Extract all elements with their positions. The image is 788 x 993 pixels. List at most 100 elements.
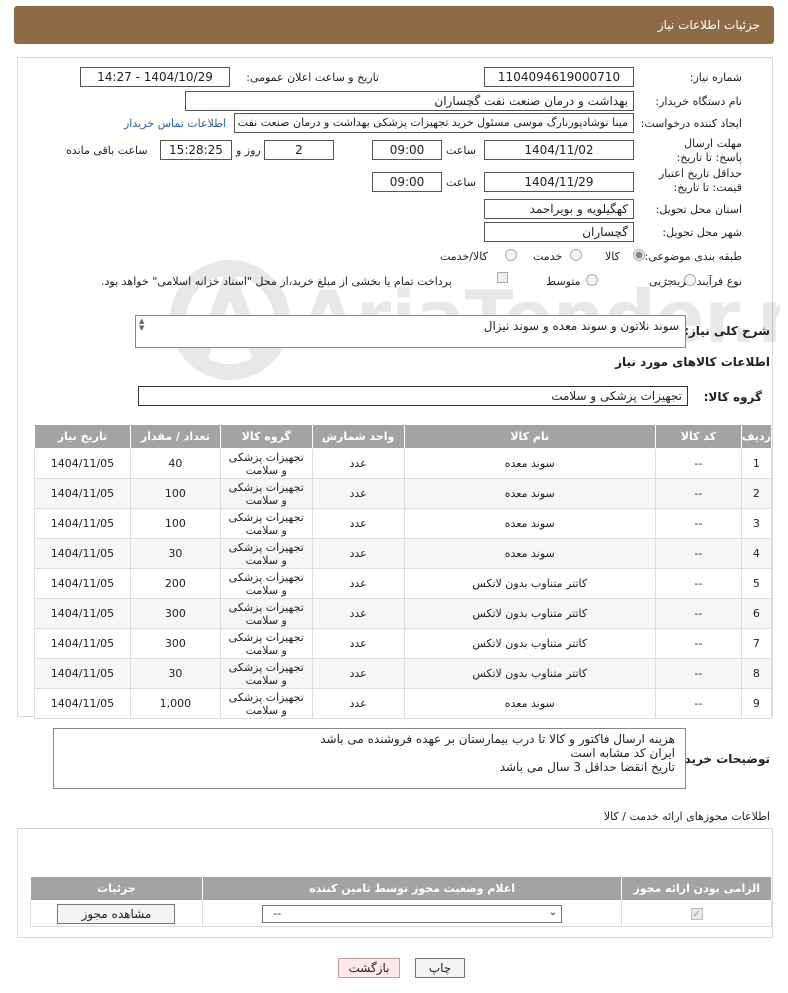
city-value: گچساران	[484, 222, 634, 242]
col-code: کد کالا	[654, 424, 742, 449]
cell-qty: 30	[129, 658, 221, 689]
col-row: ردیف	[740, 424, 773, 449]
cell-code: --	[654, 508, 742, 539]
license-status-select[interactable]: -- ⌄	[262, 904, 563, 923]
cell-name: سوند معده	[403, 538, 656, 569]
subject-goods-service-radio[interactable]	[505, 249, 517, 261]
cell-row: 4	[740, 538, 773, 569]
cell-date: 1404/11/05	[34, 508, 131, 539]
purchase-minor-radio[interactable]	[684, 274, 696, 286]
subject-service-label: خدمت	[533, 250, 563, 263]
purchase-minor-label: جزیی	[649, 275, 675, 288]
cell-date: 1404/11/05	[34, 688, 131, 719]
need-number-label: شماره نیاز:	[689, 71, 742, 84]
cell-qty: 30	[129, 538, 221, 569]
col-date: تاریخ نیاز	[34, 424, 131, 449]
city-label: شهر محل تحویل:	[662, 226, 742, 239]
cell-name: کاتتر متناوب بدون لاتکس	[403, 628, 656, 659]
validity-time-label: ساعت	[446, 176, 476, 189]
subject-class-label: طبقه بندی موضوعی:	[644, 250, 742, 263]
cell-qty: 200	[129, 568, 221, 599]
license-required-checkbox[interactable]: ✓	[690, 908, 703, 920]
buyer-notes-line-2: ایران کد مشابه است	[570, 746, 675, 760]
cell-group: تجهیزات پزشکی و سلامت	[219, 538, 313, 569]
reply-deadline-label: مهلت ارسال پاسخ: تا تاریخ:	[676, 137, 742, 164]
price-validity-label: حداقل تاریخ اعتبار قیمت: تا تاریخ:	[658, 167, 742, 194]
cell-name: سوند معده	[403, 448, 656, 479]
buyer-org-label: نام دستگاه خریدار:	[655, 95, 742, 108]
purchase-type-label: نوع فرآیند خرید :	[664, 275, 742, 288]
cell-qty: 100	[129, 508, 221, 539]
cell-qty: 40	[129, 448, 221, 479]
subject-goods-service-label: کالا/خدمت	[440, 250, 488, 263]
license-info-heading: اطلاعات مجوزهای ارائه خدمت / کالا	[603, 810, 770, 823]
col-license-details: جزئیات	[30, 876, 203, 901]
need-desc-textarea[interactable]: سوند نلاتون و سوند معده و سوند نیزال ▲ ▼	[135, 315, 686, 348]
cell-unit: عدد	[311, 448, 405, 479]
cell-unit: عدد	[311, 478, 405, 509]
treasury-payment-checkbox[interactable]	[497, 272, 508, 283]
cell-name: سوند معده	[403, 508, 656, 539]
subject-goods-label: کالا	[605, 250, 620, 263]
goods-group-label: گروه کالا:	[703, 390, 762, 404]
cell-unit: عدد	[311, 568, 405, 599]
cell-date: 1404/11/05	[34, 538, 131, 569]
subject-goods-radio[interactable]	[633, 249, 645, 261]
cell-row: 3	[740, 508, 773, 539]
table-row: 6 -- کاتتر متناوب بدون لاتکس عدد تجهیزات پزش…	[34, 598, 773, 629]
col-unit: واحد شمارش	[311, 424, 405, 449]
cell-name: سوند معده	[403, 478, 656, 509]
cell-date: 1404/11/05	[34, 568, 131, 599]
province-label: استان محل تحویل:	[655, 203, 742, 216]
cell-group: تجهیزات پزشکی و سلامت	[219, 568, 313, 599]
table-row: 9 -- سوند معده عدد تجهیزات پزشکی و سلامت 1,00…	[34, 688, 773, 719]
cell-unit: عدد	[311, 688, 405, 719]
reply-time-label: ساعت	[446, 144, 476, 157]
table-row: 8 -- کاتتر متناوب بدون لاتکس عدد تجهیزات پزش…	[34, 658, 773, 689]
cell-name: کاتتر متناوب بدون لاتکس	[403, 598, 656, 629]
purchase-medium-label: متوسط	[546, 275, 581, 288]
need-desc-text: سوند نلاتون و سوند معده و سوند نیزال	[483, 319, 679, 333]
buyer-contact-link[interactable]: اطلاعات تماس خریدار	[124, 117, 226, 130]
cell-unit: عدد	[311, 538, 405, 569]
table-row: 3 -- سوند معده عدد تجهیزات پزشکی و سلامت 100 1…	[34, 508, 773, 539]
validity-date-value: 1404/11/29	[484, 172, 634, 192]
buyer-notes-textarea[interactable]: هزینه ارسال فاکتور و کالا تا درب بیمارست…	[53, 728, 686, 789]
cell-date: 1404/11/05	[34, 448, 131, 479]
goods-group-value: تجهیزات پزشکی و سلامت	[138, 386, 688, 406]
reply-time-value: 09:00	[372, 140, 442, 160]
days-left-value: 2	[264, 140, 334, 160]
col-name: نام کالا	[403, 424, 656, 449]
cell-group: تجهیزات پزشکی و سلامت	[219, 448, 313, 479]
items-table: ردیف کد کالا نام کالا واحد شمارش گروه کا…	[34, 424, 773, 719]
hours-left-label: ساعت باقی مانده	[66, 144, 148, 157]
reply-date-value: 1404/11/02	[484, 140, 634, 160]
requester-label: ایجاد کننده درخواست:	[640, 117, 742, 130]
license-status-value: --	[273, 906, 282, 920]
cell-row: 6	[740, 598, 773, 629]
cell-code: --	[654, 598, 742, 629]
back-button[interactable]: بازگشت	[338, 958, 400, 978]
cell-row: 2	[740, 478, 773, 509]
day-and-label: روز و	[236, 144, 261, 157]
cell-code: --	[654, 688, 742, 719]
goods-info-heading: اطلاعات کالاهای مورد نیاز	[615, 355, 770, 369]
purchase-medium-radio[interactable]	[586, 274, 598, 286]
table-row: 5 -- کاتتر متناوب بدون لاتکس عدد تجهیزات پزش…	[34, 568, 773, 599]
cell-name: کاتتر متناوب بدون لاتکس	[403, 568, 656, 599]
cell-code: --	[654, 478, 742, 509]
print-button[interactable]: چاپ	[415, 958, 465, 978]
view-license-button[interactable]: مشاهده مجوز	[57, 903, 176, 924]
cell-row: 1	[740, 448, 773, 479]
announce-datetime-label: تاریخ و ساعت اعلان عمومی:	[246, 71, 379, 84]
cell-group: تجهیزات پزشکی و سلامت	[219, 628, 313, 659]
cell-unit: عدد	[311, 508, 405, 539]
cell-unit: عدد	[311, 598, 405, 629]
cell-date: 1404/11/05	[34, 598, 131, 629]
license-table: الزامی بودن ارائه مجوز اعلام وضعیت مجوز …	[30, 876, 772, 927]
cell-row: 8	[740, 658, 773, 689]
subject-service-radio[interactable]	[570, 249, 582, 261]
requester-value: مینا نوشادپورنارگ موسی مسئول خرید تجهیزا…	[234, 113, 634, 133]
cell-code: --	[654, 628, 742, 659]
scroll-arrows-icon[interactable]: ▲ ▼	[139, 318, 144, 332]
